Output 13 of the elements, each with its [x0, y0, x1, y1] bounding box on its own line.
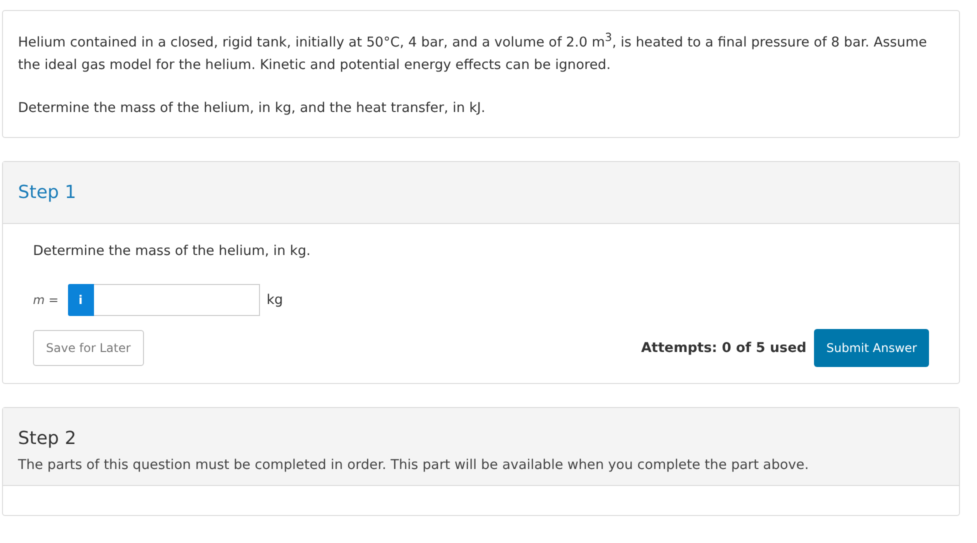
step-notice: The parts of this question must be completed in order. This part will be available when you complete the part above. — [18, 456, 810, 472]
problem-text: Determine the mass of the helium, in kg, and the heat transfer, in kJ. — [18, 98, 486, 118]
problem-text: Helium contained in a closed, rigid tank, initially at 50°C, 4 bar, and a volume of 2.0 m$^{3}$, is heated to a final pressure of 8 bar. Assume the ideal gas model for the helium. Kinetic and potential energy effects can be ignored. — [18, 30, 928, 74]
save-button[interactable]: Save for Later — [33, 330, 144, 366]
attempts-text: Attempts: 0 of 5 used — [641, 340, 806, 356]
step-title: Step 2 — [18, 428, 78, 448]
info-icon[interactable]: i — [68, 284, 94, 316]
step-title: Step 1 — [18, 182, 78, 202]
answer-field[interactable] — [94, 284, 260, 316]
unit-label: kg — [266, 292, 283, 308]
variable-label: m = — [33, 292, 59, 306]
step-prompt: Determine the mass of the helium, in kg. — [33, 242, 312, 258]
submit-button[interactable]: Submit Answer — [814, 328, 929, 366]
